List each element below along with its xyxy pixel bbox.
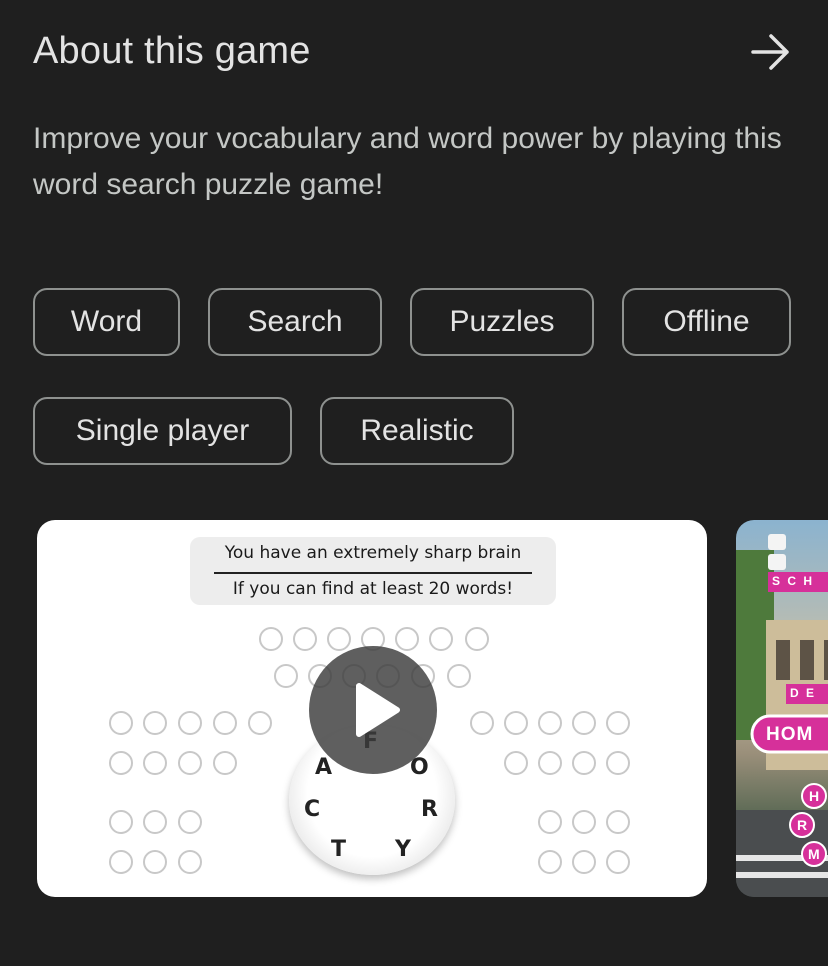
letter-slot	[538, 711, 562, 735]
chip-puzzles[interactable]: Puzzles	[410, 288, 594, 356]
tile-text-1: S C H	[772, 574, 815, 588]
letter-slot	[465, 627, 489, 651]
wheel-letter: T	[331, 837, 347, 862]
letter-slot	[572, 751, 596, 775]
chip-realistic[interactable]: Realistic	[320, 397, 514, 465]
video-preview-card[interactable]: You have an extremely sharp brain If you…	[37, 520, 707, 897]
letter-slot	[504, 751, 528, 775]
letter-slot	[572, 711, 596, 735]
letter-slot	[606, 850, 630, 874]
promo-banner: You have an extremely sharp brain If you…	[190, 537, 556, 605]
wheel-letter: C	[304, 797, 321, 822]
letter-slot	[274, 664, 298, 688]
letter-slot	[143, 810, 167, 834]
arrow-right-icon[interactable]	[749, 32, 793, 72]
about-header[interactable]: About this game	[33, 28, 793, 76]
window-shape	[824, 640, 828, 680]
bubble-letter: R	[797, 817, 808, 833]
letter-slot	[470, 711, 494, 735]
crosswalk-stripe	[736, 872, 828, 878]
letter-slot	[178, 711, 202, 735]
letter-slot	[259, 627, 283, 651]
bubble-letter: H	[809, 788, 820, 804]
letter-slot	[606, 810, 630, 834]
letter-slot	[248, 711, 272, 735]
letter-slot	[178, 751, 202, 775]
letter-slot	[143, 711, 167, 735]
letter-slot	[538, 810, 562, 834]
letter-slot	[572, 850, 596, 874]
screenshot-card-2[interactable]: S C H D E HOM H R M	[736, 520, 828, 897]
wheel-letter: Y	[395, 837, 411, 862]
letter-slot	[538, 751, 562, 775]
letter-slot	[538, 850, 562, 874]
bubble-letter: M	[808, 846, 820, 862]
letter-slot	[109, 751, 133, 775]
letter-slot	[606, 711, 630, 735]
letter-slot	[504, 711, 528, 735]
letter-slot	[109, 810, 133, 834]
letter-slot	[143, 751, 167, 775]
letter-slot	[572, 810, 596, 834]
letter-tile	[768, 554, 786, 570]
letter-slot	[178, 850, 202, 874]
letter-slot	[143, 850, 167, 874]
window-shape	[776, 640, 790, 680]
letter-slot	[213, 711, 237, 735]
chip-single-player[interactable]: Single player	[33, 397, 292, 465]
banner-line-2: If you can find at least 20 words!	[232, 579, 514, 599]
letter-slot	[447, 664, 471, 688]
letter-slot	[178, 810, 202, 834]
window-shape	[800, 640, 814, 680]
tile-text-2: D E	[790, 686, 817, 700]
section-title: About this game	[33, 30, 311, 72]
play-icon	[356, 683, 400, 737]
play-button[interactable]	[309, 646, 437, 774]
letter-slot	[606, 751, 630, 775]
letter-tile	[768, 534, 786, 550]
chip-search[interactable]: Search	[208, 288, 382, 356]
letter-slot	[109, 711, 133, 735]
sign-text: HOM	[766, 724, 814, 745]
game-description: Improve your vocabulary and word power b…	[33, 122, 782, 201]
letter-slot	[213, 751, 237, 775]
wheel-letter: R	[421, 797, 438, 822]
chip-offline[interactable]: Offline	[622, 288, 791, 356]
letter-slot	[109, 850, 133, 874]
banner-line-1: You have an extremely sharp brain	[224, 543, 522, 563]
chip-word[interactable]: Word	[33, 288, 180, 356]
banner-divider	[214, 572, 532, 574]
